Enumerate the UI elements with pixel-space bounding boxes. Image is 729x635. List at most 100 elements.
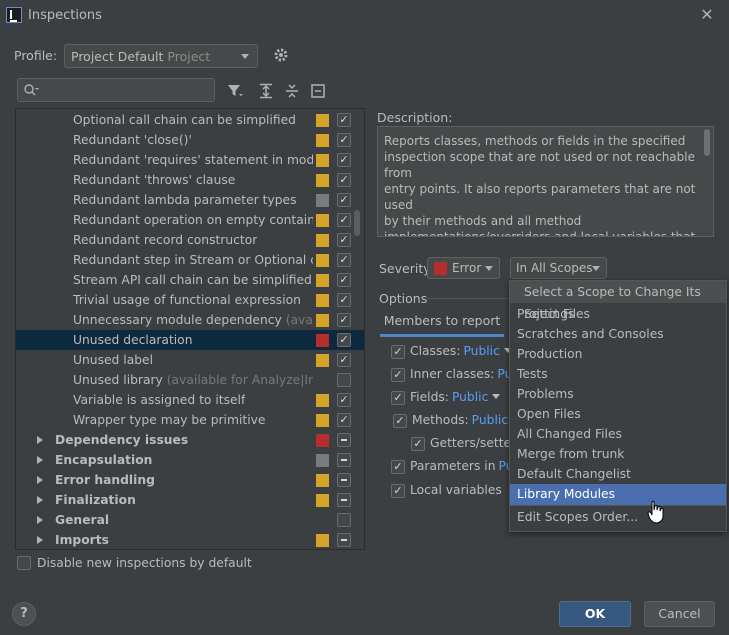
ok-button[interactable]: OK xyxy=(559,601,631,627)
enable-checkbox[interactable]: ✓ xyxy=(337,313,351,327)
help-button[interactable]: ? xyxy=(12,602,36,626)
enable-checkbox[interactable]: ✓ xyxy=(337,113,351,127)
tree-group[interactable]: Imports xyxy=(16,530,364,549)
tree-row[interactable]: Redundant 'close()' ✓ xyxy=(16,130,364,150)
expand-all-icon[interactable] xyxy=(257,82,275,100)
tree-row[interactable]: Redundant 'requires' statement in module… xyxy=(16,150,364,170)
enable-checkbox[interactable] xyxy=(337,373,351,387)
tab-members-to-report[interactable]: Members to report xyxy=(380,307,504,337)
options-label: Options xyxy=(379,291,428,306)
tree-row[interactable]: Redundant 'throws' clause ✓ xyxy=(16,170,364,190)
scope-popup-item[interactable]: Default Changelist xyxy=(510,464,726,484)
enable-checkbox[interactable] xyxy=(337,453,351,467)
tree-row[interactable]: Redundant step in Stream or Optional cal… xyxy=(16,250,364,270)
enable-checkbox[interactable]: ✓ xyxy=(337,293,351,307)
visibility-link[interactable]: Public xyxy=(463,344,499,358)
option-checkbox[interactable]: ✓ xyxy=(391,484,405,498)
enable-checkbox[interactable]: ✓ xyxy=(337,393,351,407)
tree-group[interactable]: Encapsulation xyxy=(16,450,364,470)
severity-swatch xyxy=(316,214,329,227)
description-scrollbar[interactable] xyxy=(704,129,710,156)
enable-checkbox[interactable]: ✓ xyxy=(337,233,351,247)
enable-checkbox[interactable] xyxy=(337,513,351,527)
scope-popup-item[interactable]: Merge from trunk xyxy=(510,444,726,464)
enable-checkbox[interactable]: ✓ xyxy=(337,413,351,427)
tree-row-label: Unused library (available for Analyze|In… xyxy=(73,373,313,387)
tree-row[interactable]: Unused library (available for Analyze|In… xyxy=(16,370,364,390)
tree-row-label: Redundant step in Stream or Optional cal… xyxy=(73,253,313,267)
enable-checkbox[interactable] xyxy=(337,433,351,447)
tree-row[interactable]: Unused label ✓ xyxy=(16,350,364,370)
severity-dropdown[interactable]: Error xyxy=(427,257,500,279)
profile-dropdown[interactable]: Project Default Project xyxy=(64,44,258,68)
expand-arrow-icon[interactable] xyxy=(37,436,43,444)
expand-arrow-icon[interactable] xyxy=(37,456,43,464)
tree-row[interactable]: Redundant record constructor ✓ xyxy=(16,230,364,250)
tree-row[interactable]: Variable is assigned to itself ✓ xyxy=(16,390,364,410)
scope-popup-item[interactable]: Edit Scopes Order... xyxy=(510,507,726,527)
enable-checkbox[interactable]: ✓ xyxy=(337,173,351,187)
chevron-down-icon[interactable] xyxy=(492,394,501,399)
window-title: Inspections xyxy=(28,8,102,23)
enable-checkbox[interactable] xyxy=(337,533,351,547)
tree-row[interactable]: Wrapper type may be primitive ✓ xyxy=(16,410,364,430)
scope-popup-item[interactable]: Problems xyxy=(510,384,726,404)
enable-checkbox[interactable]: ✓ xyxy=(337,273,351,287)
scope-popup-item[interactable]: Project Files xyxy=(510,304,726,324)
visibility-link[interactable]: Public xyxy=(452,390,488,404)
scope-dropdown[interactable]: In All Scopes xyxy=(510,257,607,279)
cancel-button[interactable]: Cancel xyxy=(644,601,715,627)
gear-icon[interactable] xyxy=(273,47,289,63)
enable-checkbox[interactable]: ✓ xyxy=(337,193,351,207)
option-checkbox[interactable]: ✓ xyxy=(391,391,405,405)
enable-checkbox[interactable]: ✓ xyxy=(337,253,351,267)
collapse-all-icon[interactable] xyxy=(283,82,301,100)
description-line: inspection scope that are not used or no… xyxy=(384,150,695,180)
option-checkbox[interactable]: ✓ xyxy=(391,345,405,359)
severity-label: Severity: xyxy=(379,261,434,276)
scope-popup-item[interactable]: Production xyxy=(510,344,726,364)
tree-group[interactable]: General xyxy=(16,510,364,530)
tree-scrollbar[interactable] xyxy=(354,210,360,236)
tree-row[interactable]: Unnecessary module dependency (available… xyxy=(16,310,364,330)
scope-popup-item[interactable]: Tests xyxy=(510,364,726,384)
filter-icon[interactable] xyxy=(226,82,244,100)
option-checkbox[interactable]: ✓ xyxy=(391,460,405,474)
enable-checkbox[interactable]: ✓ xyxy=(337,133,351,147)
close-icon[interactable]: ✕ xyxy=(697,5,717,25)
scope-popup-item[interactable]: Library Modules xyxy=(510,484,726,505)
reset-icon[interactable] xyxy=(309,82,327,100)
tree-group[interactable]: Finalization xyxy=(16,490,364,510)
tree-row[interactable]: Redundant operation on empty container ✓ xyxy=(16,210,364,230)
option-checkbox[interactable]: ✓ xyxy=(391,368,405,382)
inspection-tree[interactable]: Optional call chain can be simplified ✓ Re… xyxy=(15,108,365,550)
enable-checkbox[interactable]: ✓ xyxy=(337,333,351,347)
enable-checkbox[interactable] xyxy=(337,493,351,507)
tree-group[interactable]: Dependency issues xyxy=(16,430,364,450)
tree-group[interactable]: Error handling xyxy=(16,470,364,490)
description-label: Description: xyxy=(377,110,453,125)
visibility-link[interactable]: Public xyxy=(472,413,508,427)
expand-arrow-icon[interactable] xyxy=(37,496,43,504)
tree-row[interactable]: Trivial usage of functional expression ✓ xyxy=(16,290,364,310)
enable-checkbox[interactable]: ✓ xyxy=(337,353,351,367)
disable-new-inspections-checkbox[interactable]: Disable new inspections by default xyxy=(17,556,252,572)
tree-row[interactable]: Unused declaration ✓ xyxy=(16,330,364,350)
expand-arrow-icon[interactable] xyxy=(37,516,43,524)
enable-checkbox[interactable]: ✓ xyxy=(337,213,351,227)
tree-row[interactable]: Redundant lambda parameter types ✓ xyxy=(16,190,364,210)
option-checkbox[interactable]: ✓ xyxy=(393,414,407,428)
scope-popup-item[interactable]: Open Files xyxy=(510,404,726,424)
expand-arrow-icon[interactable] xyxy=(37,536,43,544)
scope-popup-item[interactable]: All Changed Files xyxy=(510,424,726,444)
tree-row-label: Imports xyxy=(55,533,109,547)
tree-row[interactable]: Optional call chain can be simplified ✓ xyxy=(16,110,364,130)
option-checkbox[interactable]: ✓ xyxy=(411,437,425,451)
tree-row[interactable]: Stream API call chain can be simplified ✓ xyxy=(16,270,364,290)
enable-checkbox[interactable] xyxy=(337,473,351,487)
scope-popup-item[interactable]: Scratches and Consoles xyxy=(510,324,726,344)
enable-checkbox[interactable]: ✓ xyxy=(337,153,351,167)
search-input[interactable] xyxy=(17,78,215,102)
tree-row-label: Dependency issues xyxy=(55,433,189,447)
expand-arrow-icon[interactable] xyxy=(37,476,43,484)
